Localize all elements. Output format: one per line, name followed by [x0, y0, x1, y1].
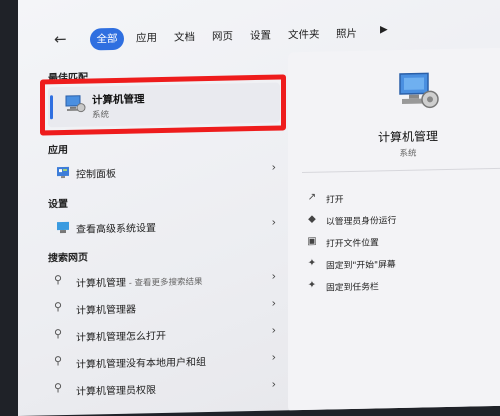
- tab-apps[interactable]: 应用: [136, 27, 157, 49]
- list-item-label: 控制面板: [76, 168, 116, 181]
- tab-documents[interactable]: 文档: [174, 26, 195, 48]
- tab-folders[interactable]: 文件夹: [288, 24, 320, 47]
- action-open-file-location[interactable]: ▣ 打开文件位置: [304, 230, 500, 252]
- chevron-right-icon[interactable]: ›: [272, 216, 276, 229]
- list-item-advanced-settings[interactable]: 查看高级系统设置 ›: [48, 212, 280, 239]
- search-icon: ⚲: [54, 300, 63, 314]
- list-item-label: 计算机管理员权限: [76, 385, 156, 398]
- chevron-right-icon[interactable]: ›: [272, 270, 276, 283]
- web-heading: 搜索网页: [48, 252, 88, 265]
- search-icon: ⚲: [54, 273, 63, 287]
- action-run-as-admin[interactable]: ◆ 以管理员身份运行: [304, 208, 500, 230]
- web-result-2[interactable]: ⚲ 计算机管理怎么打开 ›: [48, 320, 280, 347]
- detail-type: 系统: [399, 148, 417, 160]
- action-label: 打开: [326, 195, 344, 206]
- detail-title: 计算机管理: [377, 129, 438, 145]
- back-arrow-icon[interactable]: ←: [54, 30, 67, 48]
- tab-all[interactable]: 全部: [90, 27, 124, 51]
- filter-bar: ← 全部 应用 文档 网页 设置 文件夹 照片 ▶: [38, 18, 500, 54]
- settings-heading: 设置: [48, 198, 68, 211]
- list-item-label: 计算机管理器: [76, 304, 136, 317]
- action-label: 打开文件位置: [326, 238, 379, 250]
- chevron-right-icon[interactable]: ›: [272, 324, 276, 337]
- web-result-4[interactable]: ⚲ 计算机管理员权限 ›: [48, 374, 280, 401]
- search-icon: ⚲: [54, 381, 63, 395]
- chevron-right-icon[interactable]: ›: [272, 378, 276, 391]
- action-label: 固定到"开始"屏幕: [326, 260, 396, 272]
- search-window: ← 全部 应用 文档 网页 设置 文件夹 照片 ▶ 最佳匹配 计算机管理 系统 …: [18, 0, 500, 416]
- pin-icon: ✦: [307, 279, 317, 291]
- folder-icon: ▣: [307, 235, 317, 247]
- web-result-3[interactable]: ⚲ 计算机管理没有本地用户和组 ›: [48, 347, 280, 374]
- open-icon: ↗: [307, 191, 317, 203]
- control-panel-icon: [57, 166, 69, 179]
- shield-icon: ◆: [308, 213, 316, 225]
- action-pin-to-start[interactable]: ✦ 固定到"开始"屏幕: [304, 252, 500, 274]
- tab-settings[interactable]: 设置: [250, 25, 271, 47]
- chevron-right-icon[interactable]: ›: [272, 351, 276, 364]
- divider: [302, 167, 500, 174]
- search-icon: ⚲: [54, 327, 63, 341]
- list-item-label: 查看高级系统设置: [76, 223, 156, 236]
- list-item-label: 计算机管理怎么打开: [76, 330, 166, 344]
- red-highlight-box: [40, 74, 286, 136]
- action-label: 以管理员身份运行: [326, 216, 397, 228]
- tab-web[interactable]: 网页: [212, 25, 233, 47]
- list-item-control-panel[interactable]: 控制面板 ›: [48, 157, 280, 184]
- action-label: 固定到任务栏: [326, 282, 379, 294]
- web-result-0[interactable]: ⚲ 计算机管理 - 查看更多搜索结果 ›: [48, 266, 280, 293]
- list-item-label: 计算机管理 - 查看更多搜索结果: [76, 277, 203, 290]
- action-open[interactable]: ↗ 打开: [304, 186, 500, 208]
- detail-pane: 计算机管理 系统 ↗ 打开 ◆ 以管理员身份运行 ▣ 打开文件位置 ✦ 固定到"…: [288, 47, 500, 413]
- search-icon: ⚲: [54, 354, 63, 368]
- action-pin-to-taskbar[interactable]: ✦ 固定到任务栏: [304, 274, 500, 296]
- system-settings-icon: [57, 221, 69, 234]
- chevron-right-icon[interactable]: ›: [272, 161, 276, 174]
- more-tabs-icon[interactable]: ▶: [380, 24, 388, 35]
- list-item-label: 计算机管理没有本地用户和组: [76, 357, 206, 371]
- results-list: 最佳匹配 计算机管理 系统 应用 控制面板 › 设置 查看高级系统设置 › 搜索…: [40, 58, 286, 416]
- tab-photos[interactable]: 照片: [336, 23, 357, 45]
- computer-management-icon: [399, 72, 439, 109]
- web-result-1[interactable]: ⚲ 计算机管理器 ›: [48, 293, 280, 320]
- apps-heading: 应用: [48, 144, 68, 157]
- pin-icon: ✦: [307, 257, 317, 269]
- chevron-right-icon[interactable]: ›: [272, 297, 276, 310]
